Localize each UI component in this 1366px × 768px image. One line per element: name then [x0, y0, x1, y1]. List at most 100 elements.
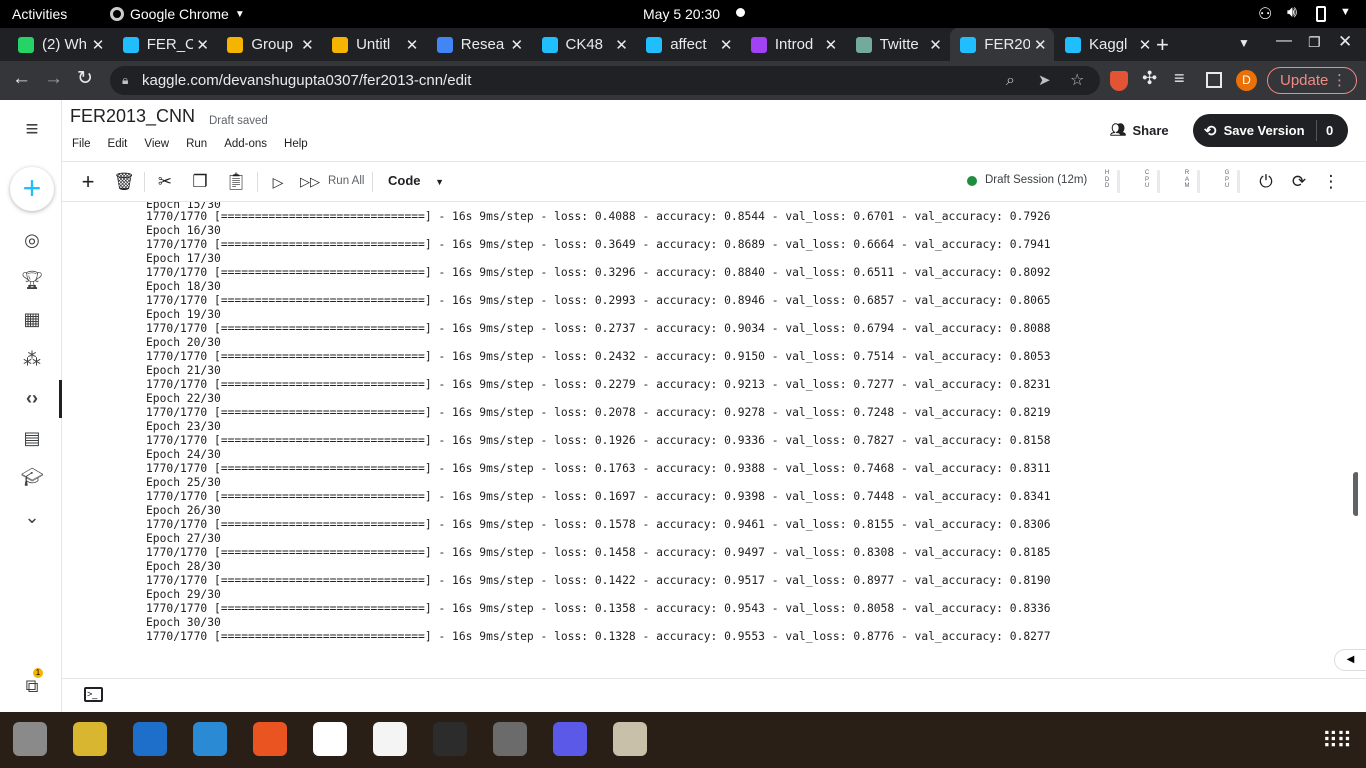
- session-label[interactable]: Draft Session (12m): [985, 174, 1087, 186]
- side-panel-icon[interactable]: [1206, 72, 1222, 88]
- files-icon[interactable]: [13, 722, 47, 756]
- run-cell-icon[interactable]: ▷: [267, 172, 289, 192]
- network-icon[interactable]: ⚇: [1258, 4, 1272, 24]
- expand-more-icon[interactable]: ⌄: [20, 505, 44, 529]
- minimize-icon[interactable]: —: [1276, 32, 1292, 50]
- close-tab-icon[interactable]: ✕: [926, 36, 946, 54]
- address-bar[interactable]: 🔒︎ kaggle.com/devanshugupta0307/fer2013-…: [110, 66, 1100, 95]
- resource-meter-cpu[interactable]: CPU: [1142, 170, 1152, 190]
- add-cell-icon[interactable]: +: [77, 169, 99, 194]
- activities-button[interactable]: Activities: [12, 6, 67, 22]
- menu-edit[interactable]: Edit: [108, 138, 128, 150]
- browser-tab[interactable]: FER_C ✕: [113, 28, 217, 61]
- rhythmbox-icon[interactable]: [73, 722, 107, 756]
- menu-help[interactable]: Help: [284, 138, 308, 150]
- restore-icon[interactable]: ❐: [1308, 34, 1321, 51]
- run-all-icon[interactable]: ▷▷: [299, 172, 321, 192]
- browser-tab[interactable]: Untitl ✕: [322, 28, 426, 61]
- tab-search-icon[interactable]: ▼: [1238, 36, 1250, 50]
- history-icon: ⟲: [1204, 122, 1217, 140]
- models-icon[interactable]: ⁂: [20, 347, 44, 371]
- code-icon[interactable]: ‹›: [20, 386, 44, 410]
- close-tab-icon[interactable]: ✕: [612, 36, 632, 54]
- browser-tab[interactable]: Kaggl ✕: [1055, 28, 1159, 61]
- console-icon[interactable]: >_: [84, 687, 103, 702]
- copy-icon[interactable]: ❐: [189, 172, 211, 192]
- bookmark-star-icon[interactable]: ☆: [1070, 66, 1084, 95]
- browser-tab[interactable]: affect ✕: [636, 28, 740, 61]
- settings-icon[interactable]: [493, 722, 527, 756]
- zoom-icon[interactable]: ⌕: [1006, 66, 1015, 95]
- hamburger-menu-icon[interactable]: ≡: [20, 116, 44, 141]
- menu-view[interactable]: View: [144, 138, 169, 150]
- text-editor-icon[interactable]: [373, 722, 407, 756]
- browser-tab[interactable]: (2) Wh ✕: [8, 28, 112, 61]
- clock[interactable]: May 5 20:30: [643, 6, 720, 22]
- chrome-icon[interactable]: [313, 722, 347, 756]
- save-version-button[interactable]: ⟲ Save Version 0: [1193, 114, 1348, 147]
- run-all-label[interactable]: Run All: [328, 175, 364, 187]
- create-button[interactable]: +: [10, 167, 54, 211]
- browser-tab[interactable]: Introd ✕: [741, 28, 845, 61]
- notebook-title[interactable]: FER2013_CNN: [70, 106, 195, 127]
- close-tab-icon[interactable]: ✕: [716, 36, 736, 54]
- close-tab-icon[interactable]: ✕: [88, 36, 108, 54]
- learn-icon[interactable]: 🎓︎: [20, 465, 44, 489]
- close-tab-icon[interactable]: ✕: [297, 36, 317, 54]
- media-icon[interactable]: ≡: [1174, 68, 1185, 89]
- browser-tab[interactable]: Twitte ✕: [846, 28, 950, 61]
- close-tab-icon[interactable]: ✕: [402, 36, 422, 54]
- software-icon[interactable]: [253, 722, 287, 756]
- close-tab-icon[interactable]: ✕: [1030, 36, 1050, 54]
- battery-icon[interactable]: [1316, 6, 1326, 22]
- close-window-icon[interactable]: ✕: [1338, 32, 1352, 52]
- profile-avatar[interactable]: D: [1236, 70, 1257, 91]
- more-options-icon[interactable]: ⋮: [1320, 172, 1342, 192]
- close-tab-icon[interactable]: ✕: [507, 36, 527, 54]
- back-icon[interactable]: ←: [12, 68, 31, 90]
- send-icon[interactable]: ➤: [1038, 66, 1051, 95]
- menu-addons[interactable]: Add-ons: [224, 138, 267, 150]
- update-button[interactable]: Update ⋮: [1267, 67, 1357, 94]
- close-tab-icon[interactable]: ✕: [193, 36, 213, 54]
- recent-items-icon[interactable]: ⧉: [20, 674, 44, 698]
- paste-icon[interactable]: 📋︎: [225, 172, 247, 192]
- browser-tab[interactable]: Group ✕: [217, 28, 321, 61]
- compass-icon[interactable]: ◎: [20, 228, 44, 252]
- resource-meter-ram[interactable]: RAM: [1182, 170, 1192, 190]
- restart-icon[interactable]: ⟳: [1288, 172, 1310, 192]
- brave-shield-icon[interactable]: [1110, 71, 1128, 91]
- trophy-icon[interactable]: 🏆︎: [20, 268, 44, 292]
- share-button[interactable]: 👥︎ Share: [1110, 122, 1169, 138]
- archive-icon[interactable]: [613, 722, 647, 756]
- close-tab-icon[interactable]: ✕: [1135, 36, 1155, 54]
- scrollbar-thumb[interactable]: [1353, 472, 1358, 516]
- app-menu[interactable]: Google Chrome ▼: [110, 6, 245, 22]
- new-tab-button[interactable]: +: [1156, 32, 1169, 58]
- resource-meter-hdd[interactable]: HDD: [1102, 170, 1112, 190]
- browser-tab[interactable]: FER20 ✕: [950, 28, 1055, 61]
- cell-type-dropdown[interactable]: Code ▼: [388, 173, 444, 188]
- terminal-icon[interactable]: [433, 722, 467, 756]
- discussion-icon[interactable]: ▤: [20, 426, 44, 450]
- volume-icon[interactable]: 🔊︎: [1287, 4, 1297, 22]
- collapse-panel-icon[interactable]: ◀: [1334, 649, 1366, 671]
- app-grid-icon[interactable]: ⠿⠿: [1322, 728, 1352, 754]
- delete-icon[interactable]: 🗑︎: [113, 172, 135, 192]
- extensions-icon[interactable]: ✣: [1142, 68, 1157, 89]
- resource-meter-gpu[interactable]: GPU: [1222, 170, 1232, 190]
- reload-icon[interactable]: ↻: [77, 67, 93, 90]
- menu-file[interactable]: File: [72, 138, 91, 150]
- writer-icon[interactable]: [133, 722, 167, 756]
- help-icon[interactable]: [193, 722, 227, 756]
- table-icon[interactable]: ▦: [20, 307, 44, 331]
- browser-tab[interactable]: Resea ✕: [427, 28, 531, 61]
- screenshot-icon[interactable]: [553, 722, 587, 756]
- system-menu-chevron-icon[interactable]: ▼: [1340, 6, 1351, 18]
- browser-tab[interactable]: CK48 ✕: [532, 28, 636, 61]
- power-icon[interactable]: ⏻: [1255, 172, 1277, 192]
- forward-icon[interactable]: →: [44, 68, 63, 90]
- menu-run[interactable]: Run: [186, 138, 207, 150]
- cut-icon[interactable]: ✂︎: [154, 172, 176, 192]
- close-tab-icon[interactable]: ✕: [821, 36, 841, 54]
